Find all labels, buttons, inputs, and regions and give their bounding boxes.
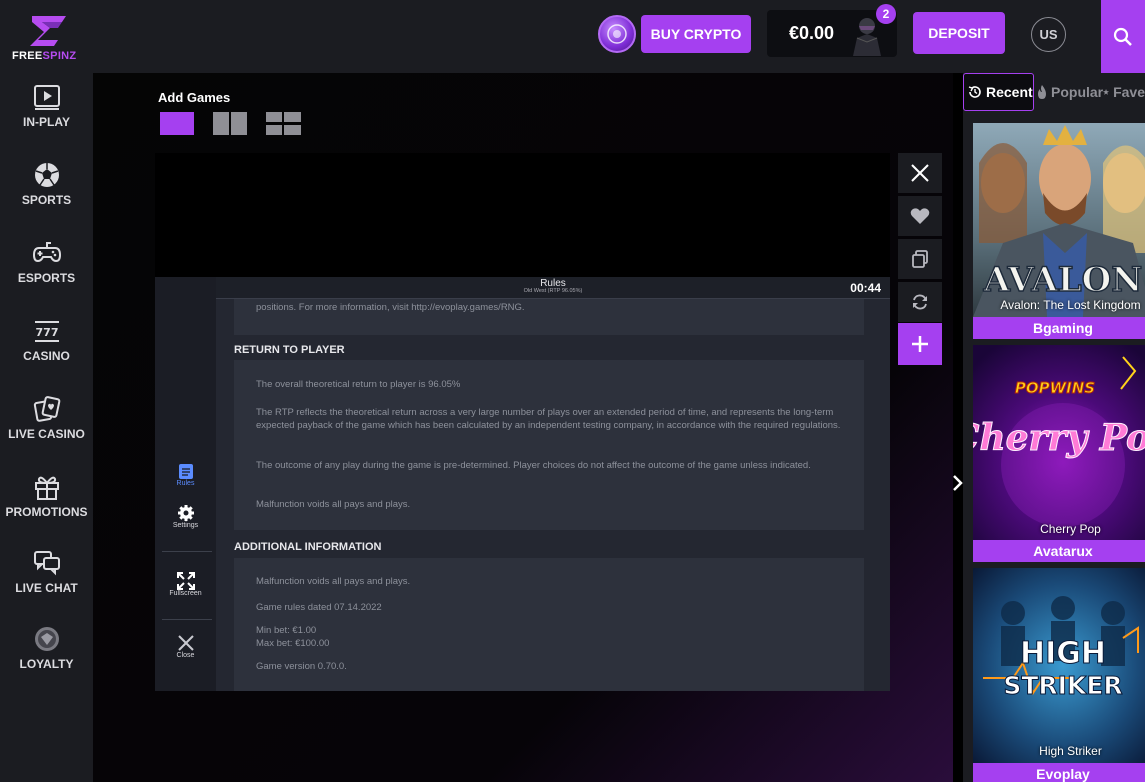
game-card-high-striker[interactable]: HIGH STRIKER High Striker Evoplay <box>973 568 1145 782</box>
plus-icon <box>912 336 928 352</box>
layout-quad-icon[interactable] <box>266 112 301 135</box>
game-name: Cherry Pop <box>1040 522 1101 536</box>
tab-popular[interactable]: Popular <box>1037 73 1109 111</box>
close-icon <box>177 635 194 651</box>
info-paragraph-2: Game rules dated 07.14.2022 <box>256 602 382 613</box>
duplicate-game-button[interactable] <box>898 239 942 279</box>
slot-777-icon: 777 <box>34 321 59 342</box>
info-paragraph-1: Malfunction voids all pays and plays. <box>256 576 411 587</box>
rules-top-text: positions. For more information, visit h… <box>256 302 525 313</box>
logo-icon <box>30 16 66 46</box>
loyalty-badge-icon <box>34 627 59 651</box>
rules-menu-rules[interactable]: Rules <box>155 462 216 487</box>
game-thumbnail: AVALON <box>973 123 1145 317</box>
gift-icon <box>34 476 59 500</box>
history-icon <box>968 86 981 98</box>
game-card-avalon[interactable]: AVALON Avalon: The Lost Kingdom Bgaming <box>973 123 1145 339</box>
soccer-ball-icon <box>34 163 59 187</box>
additional-info-box: Malfunction voids all pays and plays. Ga… <box>234 558 864 691</box>
rtp-paragraph-2: The RTP reflects the theoretical return … <box>256 407 841 431</box>
sidebar-item-casino[interactable]: 777 CASINO <box>0 317 93 363</box>
high-striker-logo-line2: STRIKER <box>1003 671 1122 700</box>
top-bar: FREESPINZ BUY CRYPTO €0.00 2 DEPOSIT US <box>0 0 1145 73</box>
rules-menu-divider <box>162 551 212 552</box>
fullscreen-icon <box>176 572 195 590</box>
sidebar-item-promotions[interactable]: PROMOTIONS <box>0 473 93 519</box>
info-max-bet: Max bet: €100.00 <box>256 638 330 649</box>
rtp-paragraph-4: Malfunction voids all pays and plays. <box>256 499 411 510</box>
rtp-heading: RETURN TO PLAYER <box>234 344 345 356</box>
info-version: Game version 0.70.0. <box>256 661 347 672</box>
rules-menu-close[interactable]: Close <box>155 634 216 659</box>
high-striker-logo-line1: HIGH <box>1020 636 1106 671</box>
copy-icon <box>912 250 928 268</box>
chat-icon <box>33 551 60 576</box>
cherry-pop-logo: Cherry Pop <box>973 417 1145 459</box>
tab-favourites[interactable]: Fave <box>1103 73 1145 111</box>
site-logo[interactable]: FREESPINZ <box>12 14 88 62</box>
tab-recent[interactable]: Recent <box>963 73 1034 111</box>
crypto-icon[interactable] <box>598 15 636 53</box>
rules-menu-settings[interactable]: Settings <box>155 504 216 529</box>
rules-subtitle: Old West (RTP 96.05%) <box>523 288 583 294</box>
game-provider: Avatarux <box>973 540 1145 562</box>
game-provider: Bgaming <box>973 317 1145 339</box>
rules-header: Rules Old West (RTP 96.05%) 00:44 <box>216 277 890 299</box>
close-icon <box>911 164 929 182</box>
add-games-label: Add Games <box>158 90 231 105</box>
info-min-bet: Min bet: €1.00 <box>256 625 317 636</box>
game-provider: Evoplay <box>973 763 1145 782</box>
heart-icon <box>910 208 930 224</box>
reload-game-button[interactable] <box>898 282 942 322</box>
search-button[interactable] <box>1101 0 1145 73</box>
play-icon <box>33 85 60 110</box>
layout-double-icon[interactable] <box>213 112 247 135</box>
rtp-paragraph-1: The overall theoretical return to player… <box>256 379 461 390</box>
game-card-cherry-pop[interactable]: POPWINS Cherry Pop Cherry Pop Avatarux <box>973 345 1145 562</box>
language-code: US <box>1039 27 1058 42</box>
sidebar-item-live-chat[interactable]: LIVE CHAT <box>0 549 93 595</box>
recent-games-panel: Recent Popular Fave AVALON Avalon: The L… <box>963 73 1145 782</box>
close-game-button[interactable] <box>898 153 942 193</box>
deposit-button[interactable]: DEPOSIT <box>913 12 1005 54</box>
settings-gear-icon <box>177 505 194 521</box>
layout-single-icon[interactable] <box>160 112 194 135</box>
game-thumbnail: POPWINS Cherry Pop <box>973 345 1145 540</box>
add-game-button[interactable] <box>898 323 942 365</box>
gamepad-icon <box>32 242 61 263</box>
game-thumbnail: HIGH STRIKER <box>973 568 1145 763</box>
game-name: Avalon: The Lost Kingdom <box>1000 298 1141 312</box>
sidebar: IN-PLAY SPORTS ESPORTS 777 CASINO LIVE C… <box>0 73 93 782</box>
buy-crypto-button[interactable]: BUY CRYPTO <box>641 15 751 53</box>
additional-info-heading: ADDITIONAL INFORMATION <box>234 541 382 553</box>
rules-menu-divider <box>162 619 212 620</box>
balance-amount: €0.00 <box>789 23 835 43</box>
rules-top-text-box: positions. For more information, visit h… <box>234 299 864 335</box>
star-icon <box>1103 88 1110 95</box>
rules-menu-fullscreen[interactable]: Fullscreen <box>155 572 216 597</box>
rtp-box: The overall theoretical return to player… <box>234 360 864 530</box>
sidebar-item-live-casino[interactable]: LIVE CASINO <box>0 395 93 441</box>
sidebar-item-esports[interactable]: ESPORTS <box>0 239 93 285</box>
cards-icon <box>33 396 60 422</box>
fire-icon <box>1038 85 1046 99</box>
logo-text: FREESPINZ <box>12 50 77 62</box>
notification-badge[interactable]: 2 <box>876 4 896 24</box>
sidebar-item-loyalty[interactable]: LOYALTY <box>0 625 93 671</box>
sidebar-item-in-play[interactable]: IN-PLAY <box>0 83 93 129</box>
svg-text:777: 777 <box>35 326 58 339</box>
rtp-paragraph-3: The outcome of any play during the game … <box>256 460 811 471</box>
search-icon <box>1113 27 1132 46</box>
refresh-icon <box>913 294 927 310</box>
popwins-logo: POPWINS <box>1015 379 1095 397</box>
favourite-game-button[interactable] <box>898 196 942 236</box>
language-selector[interactable]: US <box>1031 17 1066 52</box>
avalon-logo-text: AVALON <box>983 260 1143 300</box>
rules-book-icon <box>178 464 193 479</box>
sidebar-item-sports[interactable]: SPORTS <box>0 161 93 207</box>
game-name: High Striker <box>1039 744 1102 758</box>
game-timer: 00:44 <box>850 281 881 295</box>
